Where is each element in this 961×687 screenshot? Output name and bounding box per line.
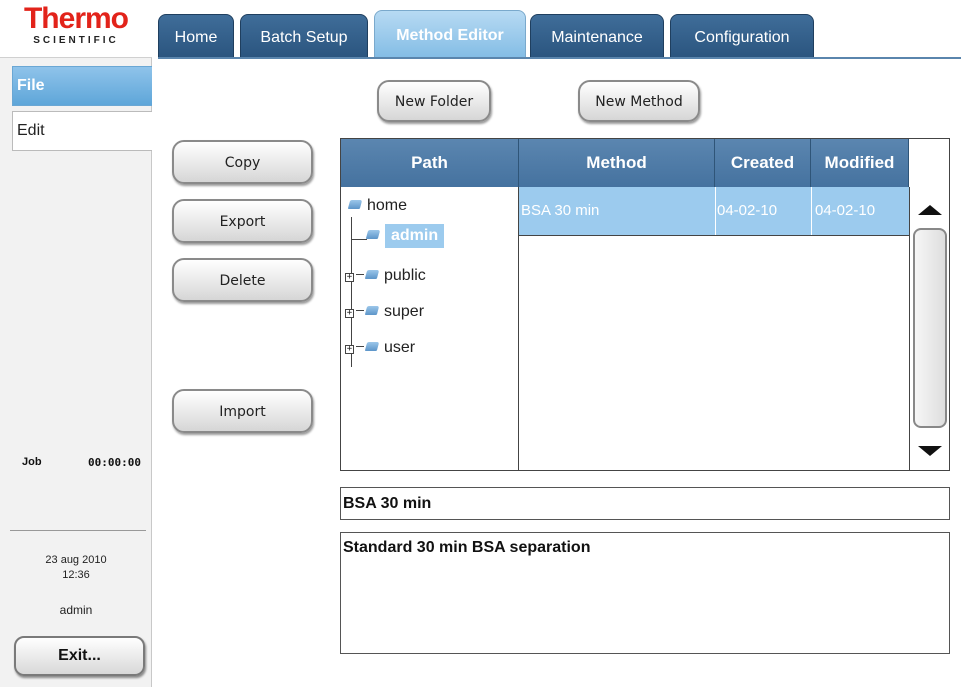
method-row[interactable]: BSA 30 min 04-02-10 04-02-10	[519, 187, 909, 235]
current-time: 12:36	[62, 569, 90, 581]
tree-node-label: home	[367, 197, 408, 214]
expand-plus-icon[interactable]: +	[345, 345, 354, 354]
method-modified-cell: 04-02-10	[815, 202, 876, 219]
tree-node-super[interactable]: + super	[345, 303, 424, 329]
job-label: Job	[22, 456, 42, 468]
job-status: Job 00:00:00	[22, 456, 142, 469]
export-button[interactable]: Export	[172, 199, 313, 243]
new-folder-button[interactable]: New Folder	[377, 80, 491, 122]
column-header-path[interactable]: Path	[341, 139, 519, 187]
tab-configuration[interactable]: Configuration	[670, 14, 814, 58]
method-created-cell: 04-02-10	[717, 202, 778, 219]
tree-node-label: user	[384, 339, 416, 356]
folder-icon	[364, 342, 380, 351]
row-divider	[519, 235, 909, 236]
scroll-down-arrow-icon[interactable]	[918, 446, 942, 456]
delete-button[interactable]: Delete	[172, 258, 313, 302]
column-header-modified[interactable]: Modified	[811, 139, 909, 187]
folder-icon	[364, 270, 380, 279]
current-date: 23 aug 2010	[45, 554, 107, 566]
logo-sub: SCIENTIFIC	[33, 35, 119, 46]
column-header-created[interactable]: Created	[715, 139, 811, 187]
cell-divider	[715, 187, 716, 235]
exit-button[interactable]: Exit...	[14, 636, 145, 676]
side-menu-edit[interactable]: Edit	[12, 111, 152, 151]
column-header-spacer	[909, 139, 949, 187]
tab-method-editor[interactable]: Method Editor	[374, 10, 526, 58]
new-method-button[interactable]: New Method	[578, 80, 700, 122]
tree-node-public[interactable]: + public	[345, 267, 426, 293]
thermo-logo: Thermo SCIENTIFIC	[0, 0, 152, 58]
folder-icon	[365, 230, 381, 239]
scroll-thumb[interactable]	[913, 228, 947, 428]
folder-icon	[364, 306, 380, 315]
folder-tree: home admin + public + super + user	[341, 187, 519, 470]
folder-icon	[347, 200, 363, 209]
tab-maintenance[interactable]: Maintenance	[530, 14, 664, 58]
expand-plus-icon[interactable]: +	[345, 273, 354, 282]
rail-divider	[10, 530, 146, 531]
copy-button[interactable]: Copy	[172, 140, 313, 184]
method-name-field[interactable]: BSA 30 min	[340, 487, 950, 520]
tree-connector-line	[356, 310, 364, 311]
tree-connector-line	[356, 274, 364, 275]
scroll-up-arrow-icon[interactable]	[918, 205, 942, 215]
tree-node-admin[interactable]: admin	[365, 224, 445, 253]
tree-connector-line	[351, 239, 367, 240]
cell-divider	[811, 187, 812, 235]
tab-underline	[158, 57, 961, 59]
method-description-field[interactable]: Standard 30 min BSA separation	[340, 532, 950, 654]
tree-node-label: super	[384, 303, 425, 320]
tree-node-label: public	[384, 267, 426, 284]
expand-plus-icon[interactable]: +	[345, 309, 354, 318]
tab-batch-setup[interactable]: Batch Setup	[240, 14, 368, 58]
current-user: admin	[59, 603, 93, 617]
tree-node-home[interactable]: home	[347, 197, 408, 223]
tree-node-user[interactable]: + user	[345, 339, 415, 365]
column-header-method[interactable]: Method	[519, 139, 715, 187]
method-list-scrollbar[interactable]	[909, 187, 949, 470]
import-button[interactable]: Import	[172, 389, 313, 433]
method-editor-window: Thermo SCIENTIFIC File Edit Job 00:00:00…	[0, 0, 961, 687]
tree-node-label: admin	[385, 224, 445, 248]
method-browser: Path Method Created Modified home admin …	[340, 138, 950, 471]
logo-brand: Thermo	[23, 2, 129, 35]
method-list: BSA 30 min 04-02-10 04-02-10	[519, 187, 909, 470]
left-rail: Thermo SCIENTIFIC File Edit Job 00:00:00…	[0, 0, 152, 687]
job-time: 00:00:00	[88, 456, 141, 469]
method-name-cell: BSA 30 min	[521, 202, 600, 219]
side-menu-file[interactable]: File	[12, 66, 152, 106]
tree-connector-line	[356, 346, 364, 347]
tab-home[interactable]: Home	[158, 14, 234, 58]
